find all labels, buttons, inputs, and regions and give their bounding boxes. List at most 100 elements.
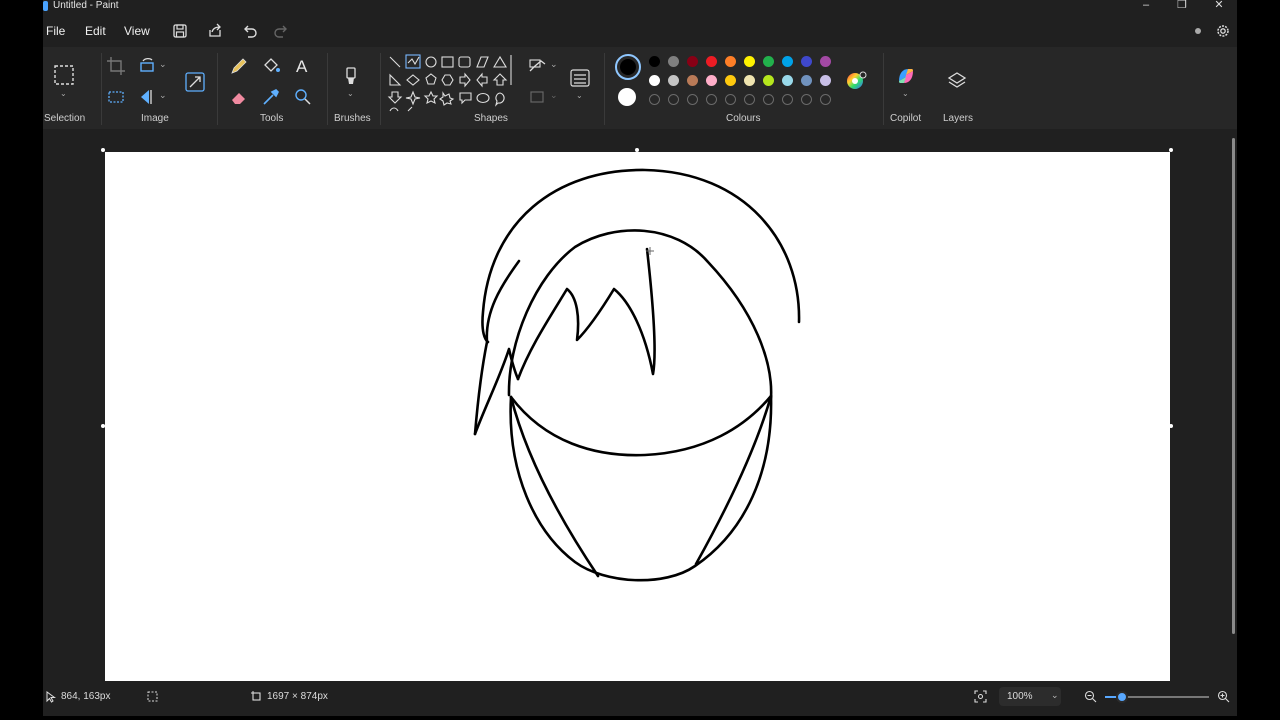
color-swatch[interactable] [820, 56, 831, 67]
ribbon-divider [380, 53, 381, 125]
group-label-layers: Layers [943, 113, 974, 124]
minimize-button[interactable]: – [1128, 0, 1164, 13]
primary-color-ring[interactable] [615, 54, 641, 80]
menu-file[interactable]: File [46, 24, 65, 38]
selection-size-icon [147, 691, 158, 702]
share-icon[interactable] [206, 22, 224, 40]
color-swatch[interactable] [820, 75, 831, 86]
face-lower-oval [509, 394, 773, 582]
copilot-icon[interactable] [895, 65, 917, 87]
rotate-chevron-down-icon[interactable]: ⌄ [159, 59, 167, 70]
redo-icon[interactable] [272, 22, 290, 40]
primary-color-swatch [620, 59, 636, 75]
menu-view[interactable]: View [124, 24, 150, 38]
rotate-icon[interactable] [137, 55, 159, 77]
custom-color-slot[interactable] [706, 94, 717, 105]
custom-color-slot[interactable] [801, 94, 812, 105]
flip-icon[interactable] [137, 86, 159, 108]
zoom-in-icon[interactable] [1217, 690, 1230, 703]
custom-color-slot[interactable] [763, 94, 774, 105]
zoom-dropdown[interactable]: 100% ⌄ [999, 687, 1061, 706]
brush-icon[interactable] [340, 65, 362, 87]
color-picker-icon[interactable] [260, 86, 282, 108]
color-swatch[interactable] [763, 56, 774, 67]
resize-handle-right[interactable] [1169, 424, 1173, 428]
zoom-slider[interactable] [1105, 691, 1209, 703]
pencil-icon[interactable] [228, 55, 250, 77]
ribbon-divider [883, 53, 884, 125]
color-swatch[interactable] [649, 56, 660, 67]
color-swatch[interactable] [801, 56, 812, 67]
paint-app-icon [43, 1, 48, 11]
text-tool-icon[interactable]: A [296, 57, 307, 77]
menu-edit[interactable]: Edit [85, 24, 106, 38]
vertical-scrollbar[interactable] [1232, 138, 1235, 634]
fill-bucket-icon[interactable] [260, 55, 282, 77]
ribbon-divider [217, 53, 218, 125]
save-icon[interactable] [171, 22, 189, 40]
resize-handle-top-left[interactable] [101, 148, 105, 152]
zoom-out-icon[interactable] [1084, 690, 1097, 703]
color-swatch[interactable] [782, 56, 793, 67]
custom-color-slot[interactable] [687, 94, 698, 105]
color-swatch[interactable] [706, 56, 717, 67]
drawing-canvas[interactable] [105, 152, 1170, 681]
account-icon[interactable] [1189, 22, 1207, 40]
flip-chevron-down-icon[interactable]: ⌄ [159, 90, 167, 101]
custom-color-slot[interactable] [744, 94, 755, 105]
resize-handle-top-right[interactable] [1169, 148, 1173, 152]
color-swatch[interactable] [725, 56, 736, 67]
color-swatch[interactable] [687, 56, 698, 67]
canvas-size: 1697 × 874px [267, 691, 328, 702]
custom-color-slot[interactable] [668, 94, 679, 105]
resize-icon[interactable] [184, 71, 206, 93]
color-swatch[interactable] [687, 75, 698, 86]
restore-button[interactable]: ❐ [1164, 0, 1200, 13]
zoom-level: 100% [1007, 691, 1033, 702]
crop-icon[interactable] [105, 55, 127, 77]
layers-icon[interactable] [946, 70, 968, 92]
hair-fringe [516, 247, 656, 381]
color-swatch[interactable] [744, 75, 755, 86]
head-upper-arc [507, 229, 773, 400]
copilot-chevron-down-icon[interactable]: ⌄ [902, 89, 909, 98]
color-swatch[interactable] [801, 75, 812, 86]
color-swatch[interactable] [649, 75, 660, 86]
shape-outline-icon[interactable] [527, 55, 549, 77]
status-bar: 864, 163px 1697 × 874px 100% ⌄ [43, 686, 1237, 708]
resize-handle-top[interactable] [635, 148, 639, 152]
resize-handle-left[interactable] [101, 424, 105, 428]
custom-color-slot[interactable] [782, 94, 793, 105]
image-select-icon[interactable] [105, 86, 127, 108]
color-swatch[interactable] [725, 75, 736, 86]
secondary-color-swatch[interactable] [618, 88, 636, 106]
outline-chevron-down-icon[interactable]: ⌄ [550, 59, 558, 70]
color-swatch[interactable] [763, 75, 774, 86]
undo-icon[interactable] [241, 22, 259, 40]
magnifier-icon[interactable] [292, 86, 314, 108]
selection-chevron-down-icon[interactable]: ⌄ [60, 89, 67, 98]
custom-color-slot[interactable] [649, 94, 660, 105]
color-swatch[interactable] [706, 75, 717, 86]
shape-fill-icon[interactable] [527, 86, 549, 108]
color-swatch[interactable] [668, 75, 679, 86]
size-chevron-down-icon[interactable]: ⌄ [576, 91, 583, 100]
eraser-icon[interactable] [228, 86, 250, 108]
stroke-size-icon[interactable] [569, 67, 591, 89]
fill-chevron-down-icon[interactable]: ⌄ [550, 90, 558, 101]
color-swatch[interactable] [668, 56, 679, 67]
group-label-brushes: Brushes [334, 113, 371, 124]
custom-color-slot[interactable] [725, 94, 736, 105]
edit-colors-icon[interactable] [845, 70, 867, 92]
custom-color-slot[interactable] [820, 94, 831, 105]
close-button[interactable]: ✕ [1201, 0, 1237, 13]
settings-gear-icon[interactable] [1214, 22, 1232, 40]
zoom-slider-thumb[interactable] [1116, 691, 1128, 703]
shapes-gallery[interactable] [386, 53, 512, 113]
group-label-shapes: Shapes [474, 113, 508, 124]
selection-rectangle-icon[interactable] [53, 64, 75, 86]
color-swatch[interactable] [782, 75, 793, 86]
color-swatch[interactable] [744, 56, 755, 67]
fit-to-window-icon[interactable] [974, 690, 987, 703]
brushes-chevron-down-icon[interactable]: ⌄ [347, 89, 354, 98]
